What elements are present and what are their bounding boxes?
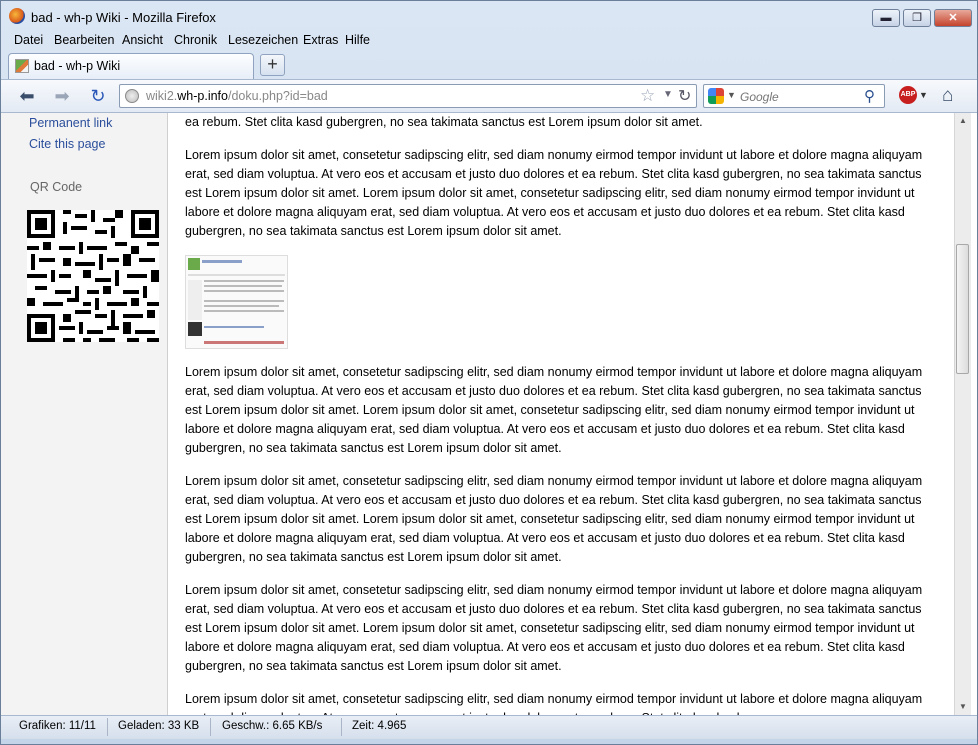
url-domain: wh-p.info (177, 89, 228, 103)
forward-icon[interactable]: ➡ (51, 85, 73, 107)
search-engine-dropdown-icon[interactable]: ▼ (727, 90, 736, 100)
status-geschw: Geschw.: 6.65 KB/s (222, 720, 323, 732)
paragraph: ea rebum. Stet clita kasd gubergren, no … (185, 115, 703, 129)
search-input[interactable]: Google (740, 90, 779, 104)
url-path: /doku.php?id=bad (228, 89, 328, 103)
history-icon[interactable]: ↻ (87, 85, 109, 107)
url-bar[interactable]: wiki2.wh-p.info/doku.php?id=bad ☆ ▼ ↻ (119, 84, 697, 108)
cite-link[interactable]: Cite this page (29, 137, 105, 151)
star-icon[interactable]: ☆ (640, 86, 655, 106)
url-prefix: wiki2. (146, 89, 178, 103)
url-text[interactable]: wiki2.wh-p.info/doku.php?id=bad (146, 89, 328, 103)
menu-ansicht[interactable]: Ansicht (122, 33, 163, 47)
qr-code-title: QR Code (30, 180, 83, 194)
vertical-scrollbar[interactable]: ▲ ▼ (954, 113, 971, 715)
globe-icon (125, 89, 139, 103)
paragraph: Lorem ipsum dolor sit amet, consetetur s… (185, 474, 923, 564)
maximize-button[interactable]: ❐ (903, 9, 931, 27)
status-divider (341, 718, 342, 736)
window-title: bad - wh-p Wiki - Mozilla Firefox (31, 10, 216, 25)
wiki-favicon-icon (15, 59, 29, 73)
tab-label: bad - wh-p Wiki (34, 59, 121, 73)
firefox-icon (9, 8, 25, 24)
page-content: Permanent link Cite this page QR Code ea… (1, 113, 977, 715)
home-icon[interactable]: ⌂ (942, 85, 953, 107)
close-button[interactable]: ✕ (934, 9, 972, 27)
adblock-icon[interactable]: ABP (899, 86, 917, 104)
menu-lesezeichen[interactable]: Lesezeichen (228, 33, 298, 47)
menu-hilfe[interactable]: Hilfe (345, 33, 370, 47)
reload-icon[interactable]: ↻ (678, 86, 691, 106)
status-divider (107, 718, 108, 736)
thumbnail-image (188, 258, 285, 344)
tab-active[interactable]: bad - wh-p Wiki (8, 53, 254, 79)
menu-datei[interactable]: Datei (14, 33, 43, 47)
scrollbar-thumb[interactable] (956, 244, 969, 374)
paragraph: Lorem ipsum dolor sit amet, consetetur s… (185, 692, 923, 715)
qr-code (27, 210, 159, 342)
paragraph: Lorem ipsum dolor sit amet, consetetur s… (185, 365, 923, 455)
tab-strip: bad - wh-p Wiki + (1, 51, 977, 79)
menu-chronik[interactable]: Chronik (174, 33, 217, 47)
status-bar: Grafiken: 11/11 Geladen: 33 KB Geschw.: … (1, 715, 977, 739)
new-tab-button[interactable]: + (260, 54, 285, 76)
chevron-down-icon[interactable]: ▼ (663, 89, 673, 100)
browser-window: bad - wh-p Wiki - Mozilla Firefox ▬ ❐ ✕ … (0, 0, 978, 745)
paragraph: Lorem ipsum dolor sit amet, consetetur s… (185, 148, 923, 238)
screenshot-thumbnail[interactable] (185, 255, 288, 349)
menu-bar: Datei Bearbeiten Ansicht Chronik Lesezei… (1, 31, 977, 51)
article-body: ea rebum. Stet clita kasd gubergren, no … (185, 113, 941, 715)
minimize-button[interactable]: ▬ (872, 9, 900, 27)
status-zeit: Zeit: 4.965 (352, 720, 407, 732)
search-icon[interactable]: ⚲ (864, 87, 875, 105)
menu-extras[interactable]: Extras (303, 33, 338, 47)
navigation-toolbar: ⬅ ➡ ↻ wiki2.wh-p.info/doku.php?id=bad ☆ … (1, 79, 977, 113)
status-divider (210, 718, 211, 736)
title-bar: bad - wh-p Wiki - Mozilla Firefox ▬ ❐ ✕ (1, 1, 977, 31)
back-icon[interactable]: ⬅ (16, 85, 38, 107)
status-grafiken: Grafiken: 11/11 (19, 720, 96, 732)
scroll-down-icon[interactable]: ▼ (955, 699, 971, 715)
sidebar: Permanent link Cite this page QR Code (1, 113, 168, 715)
status-geladen: Geladen: 33 KB (118, 720, 200, 732)
paragraph: Lorem ipsum dolor sit amet, consetetur s… (185, 583, 923, 673)
menu-bearbeiten[interactable]: Bearbeiten (54, 33, 114, 47)
adblock-dropdown-icon[interactable]: ▼ (919, 90, 928, 100)
scroll-up-icon[interactable]: ▲ (955, 113, 971, 129)
permanent-link[interactable]: Permanent link (29, 116, 112, 130)
search-bar[interactable]: ▼ Google ⚲ (703, 84, 885, 108)
google-icon[interactable] (708, 88, 724, 104)
